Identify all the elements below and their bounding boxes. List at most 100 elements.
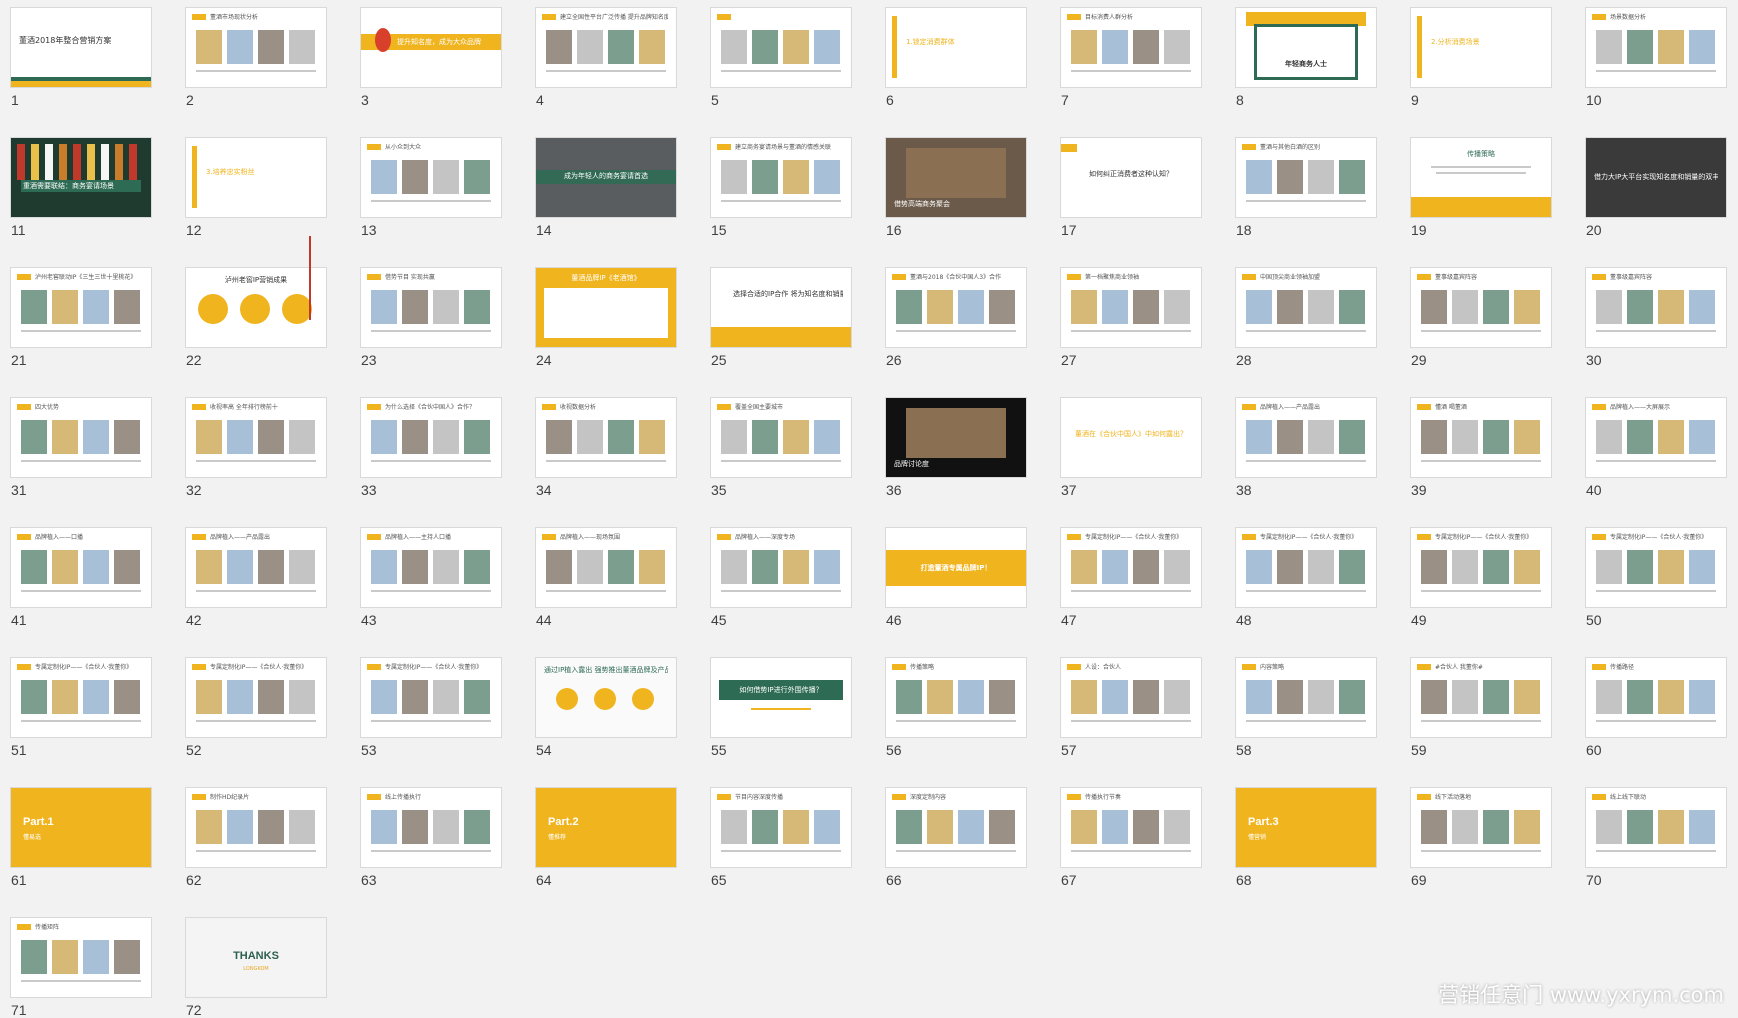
thumb-shape	[52, 940, 78, 974]
slide-thumbnail[interactable]: 打造董酒专属品牌IP！ 46	[886, 528, 1026, 628]
slide-thumbnail[interactable]: 收视数据分析 34	[536, 398, 676, 498]
slide-thumbnail[interactable]: 董酒品牌IP《老酒馆》 24	[536, 268, 676, 368]
thumb-shape	[608, 550, 634, 584]
slide-thumbnail[interactable]: 四大优势 31	[11, 398, 151, 498]
thumb-shape	[21, 550, 47, 584]
thumb-shape	[1133, 810, 1159, 844]
slide-thumbnail[interactable]: THANKS LONGKOM 72	[186, 918, 326, 1018]
thumb-shape	[989, 810, 1015, 844]
slide-thumbnail[interactable]: 场景数据分析 10	[1586, 8, 1726, 108]
slide-thumbnail[interactable]: 董酒市场现状分析 2	[186, 8, 326, 108]
slide-preview: 节目内容深度传播	[711, 788, 851, 867]
slide-thumbnail[interactable]: 懂酒 喝董酒 39	[1411, 398, 1551, 498]
slide-number: 47	[1061, 612, 1077, 628]
slide-thumbnail[interactable]: 品牌植入——产品露出 42	[186, 528, 326, 628]
slide-thumbnail[interactable]: 制作HD纪录片 62	[186, 788, 326, 888]
slide-thumbnail[interactable]: 董酒2018年整合营销方案 1	[11, 8, 151, 108]
slide-thumbnail[interactable]: 如何借势IP进行外围传播？ 55	[711, 658, 851, 758]
slide-number: 31	[11, 482, 27, 498]
slide-preview: 选择合适的IP合作 将为知名度和销量实现双赢	[711, 268, 851, 347]
thumb-shape	[1592, 14, 1606, 20]
slide-thumbnail[interactable]: 深度定制内容 66	[886, 788, 1026, 888]
slide-thumbnail[interactable]: Part.3 懂营销 68	[1236, 788, 1376, 888]
slide-thumbnail[interactable]: 线下活动落地 69	[1411, 788, 1551, 888]
slide-thumbnail[interactable]: 专属定制化IP——《合伙人·我董你》 50	[1586, 528, 1726, 628]
slide-thumbnail[interactable]: 董事级嘉宾阵容 29	[1411, 268, 1551, 368]
slide-thumbnail[interactable]: Part.1 懂易选 61	[11, 788, 151, 888]
slide-preview: 传播策略	[886, 658, 1026, 737]
slide-thumbnail[interactable]: 2.分析消费场景 9	[1411, 8, 1551, 108]
slide-thumbnail[interactable]: 建立全国性平台广泛传播 提升品牌知名度 4	[536, 8, 676, 108]
slide-thumbnail[interactable]: 为什么选择《合伙中国人》合作？ 33	[361, 398, 501, 498]
slide-thumbnail[interactable]: 品牌植入——产品露出 38	[1236, 398, 1376, 498]
slide-thumbnail[interactable]: 内容策略 58	[1236, 658, 1376, 758]
slide-thumbnail[interactable]: 线上传播执行 63	[361, 788, 501, 888]
slide-thumbnail[interactable]: 董酒与其他白酒的区别 18	[1236, 138, 1376, 238]
slide-thumbnail[interactable]: 目标消费人群分析 7	[1061, 8, 1201, 108]
slide-thumbnail[interactable]: 专属定制化IP——《合伙人·我董你》 49	[1411, 528, 1551, 628]
slide-thumbnail[interactable]: 覆盖全国主要城市 35	[711, 398, 851, 498]
slide-thumbnail[interactable]: 传播策略 19	[1411, 138, 1551, 238]
slide-thumbnail[interactable]: 借势节目 实现共赢 23	[361, 268, 501, 368]
slide-preview: 泸州老窖联动IP《三生三世十里桃花》	[11, 268, 151, 347]
slide-thumbnail[interactable]: 人设：合伙人 57	[1061, 658, 1201, 758]
slide-thumbnail[interactable]: 专属定制化IP——《合伙人·我董你》 47	[1061, 528, 1201, 628]
slide-title: 重酒需要联结：商务宴请场景	[23, 182, 114, 190]
slide-thumbnail[interactable]: 品牌植入——现场氛围 44	[536, 528, 676, 628]
slide-thumbnail[interactable]: 传播策略 56	[886, 658, 1026, 758]
slide-thumbnail[interactable]: 借势高端商务聚会 16	[886, 138, 1026, 238]
slide-thumbnail[interactable]: 董事级嘉宾阵容 30	[1586, 268, 1726, 368]
slide-thumbnail[interactable]: 泸州老窖联动IP《三生三世十里桃花》 21	[11, 268, 151, 368]
slide-thumbnail[interactable]: 成为年轻人的商务宴请首选 14	[536, 138, 676, 238]
slide-thumbnail[interactable]: 第一档聚焦商业领袖 27	[1061, 268, 1201, 368]
thumb-shape	[1592, 534, 1606, 540]
slide-thumbnail[interactable]: 节目内容深度传播 65	[711, 788, 851, 888]
thumb-shape	[83, 420, 109, 454]
slide-thumbnail[interactable]: 专属定制化IP——《合伙人·我董你》 51	[11, 658, 151, 758]
thumb-shape	[1308, 550, 1334, 584]
slide-title: 2.分析消费场景	[1431, 38, 1480, 46]
slide-thumbnail[interactable]: 收视率高 全年排行榜前十 32	[186, 398, 326, 498]
slide-thumbnail[interactable]: 品牌植入——主持人口播 43	[361, 528, 501, 628]
thumb-shape	[989, 290, 1015, 324]
slide-thumbnail[interactable]: 从小众到大众 13	[361, 138, 501, 238]
slide-number: 57	[1061, 742, 1077, 758]
slide-thumbnail[interactable]: 专属定制化IP——《合伙人·我董你》 53	[361, 658, 501, 758]
slide-thumbnail[interactable]: #合伙人 我董你# 59	[1411, 658, 1551, 758]
thumb-shape	[464, 420, 490, 454]
thumb-shape	[129, 144, 137, 180]
slide-thumbnail[interactable]: 1.锁定消费群体 6	[886, 8, 1026, 108]
slide-thumbnail[interactable]: 泸州老窖IP营销成果 22	[186, 268, 326, 368]
slide-thumbnail[interactable]: 专属定制化IP——《合伙人·我董你》 52	[186, 658, 326, 758]
thumb-shape	[546, 550, 572, 584]
slide-thumbnail[interactable]: 品牌植入——大屏展示 40	[1586, 398, 1726, 498]
slide-thumbnail[interactable]: 品牌讨论度 36	[886, 398, 1026, 498]
slide-thumbnail[interactable]: 董酒与2018《合伙中国人3》合作 26	[886, 268, 1026, 368]
slide-thumbnail[interactable]: 重酒需要联结：商务宴请场景 11	[11, 138, 151, 238]
thumb-shape	[1421, 590, 1541, 592]
slide-thumbnail[interactable]: 传播执行节奏 67	[1061, 788, 1201, 888]
slide-thumbnail[interactable]: 3.培养忠实粉丝 12	[186, 138, 326, 238]
slide-thumbnail[interactable]: 董酒在《合伙中国人》中如何露出？ 37	[1061, 398, 1201, 498]
slide-thumbnail[interactable]: 通过IP植入露出 强势推出董酒品牌及产品 54	[536, 658, 676, 758]
slide-thumbnail[interactable]: 品牌植入——口播 41	[11, 528, 151, 628]
slide-thumbnail[interactable]: 传播路径 60	[1586, 658, 1726, 758]
slide-preview: 打造董酒专属品牌IP！	[886, 528, 1026, 607]
slide-thumbnail[interactable]: 线上线下联动 70	[1586, 788, 1726, 888]
thumb-shape	[1514, 810, 1540, 844]
slide-thumbnail[interactable]: 借力大IP大平台实现知名度和销量的双丰收 20	[1586, 138, 1726, 238]
slide-thumbnail[interactable]: 如何纠正消费者这种认知？ 17	[1061, 138, 1201, 238]
slide-preview: 借势高端商务聚会	[886, 138, 1026, 217]
slide-thumbnail[interactable]: 品牌植入——深度专场 45	[711, 528, 851, 628]
slide-title: 泸州老窖IP营销成果	[224, 276, 288, 284]
thumb-shape	[258, 680, 284, 714]
slide-thumbnail[interactable]: 建立商务宴请场景与董酒的情感关联 15	[711, 138, 851, 238]
slide-thumbnail[interactable]: 提升知名度，成为大众品牌 3	[361, 8, 501, 108]
slide-thumbnail[interactable]: 传播矩阵 71	[11, 918, 151, 1018]
slide-thumbnail[interactable]: 中国顶尖商业领袖加盟 28	[1236, 268, 1376, 368]
slide-thumbnail[interactable]: Part.2 懂推荐 64	[536, 788, 676, 888]
slide-thumbnail[interactable]: 5	[711, 8, 851, 108]
slide-thumbnail[interactable]: 年轻商务人士 8	[1236, 8, 1376, 108]
slide-thumbnail[interactable]: 专属定制化IP——《合伙人·我董你》 48	[1236, 528, 1376, 628]
slide-thumbnail[interactable]: 选择合适的IP合作 将为知名度和销量实现双赢 25	[711, 268, 851, 368]
